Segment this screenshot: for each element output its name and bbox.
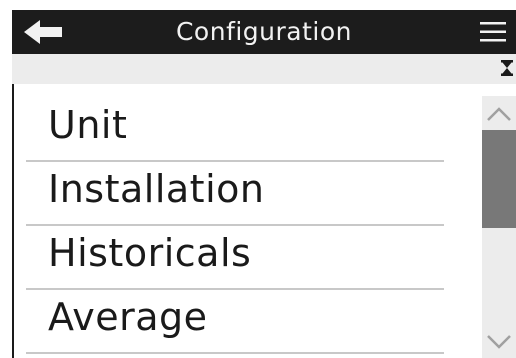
device-screen: Configuration Unit Installation Historic… [12, 10, 516, 358]
divider [26, 352, 444, 354]
scrollbar[interactable] [482, 96, 516, 358]
hamburger-menu-icon [480, 22, 506, 42]
chevron-down-icon [487, 335, 511, 349]
menu-item-label: Unit [48, 103, 128, 147]
hourglass-icon [501, 60, 513, 76]
menu-item-unit[interactable]: Unit [26, 98, 444, 162]
menu-item-label: Installation [48, 167, 265, 211]
page-title: Configuration [175, 17, 353, 46]
menu-item-average[interactable]: Average [26, 290, 444, 354]
menu-item-label: Average [48, 295, 208, 339]
scroll-down-button[interactable] [482, 328, 516, 358]
menu-list: Unit Installation Historicals Average [26, 98, 444, 354]
menu-button[interactable] [478, 18, 508, 46]
status-bar [12, 54, 516, 84]
scroll-thumb[interactable] [482, 130, 516, 228]
scroll-up-button[interactable] [482, 96, 516, 130]
menu-item-installation[interactable]: Installation [26, 162, 444, 226]
menu-item-historicals[interactable]: Historicals [26, 226, 444, 290]
header-bar: Configuration [12, 10, 516, 54]
chevron-up-icon [487, 107, 511, 121]
menu-item-label: Historicals [48, 231, 252, 275]
